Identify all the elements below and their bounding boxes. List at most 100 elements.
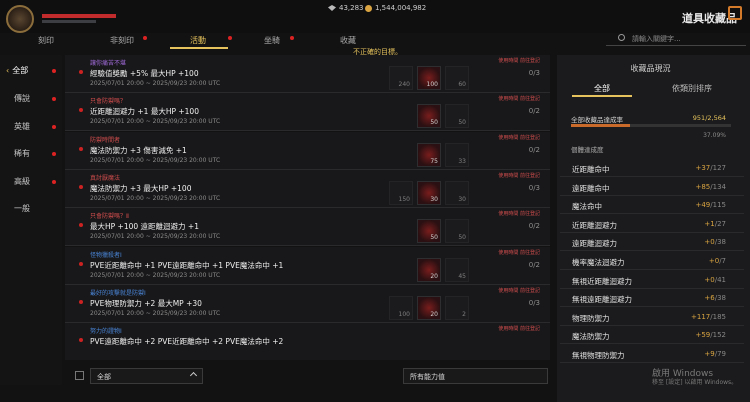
search-input[interactable]: 請輸入關鍵字... (632, 34, 681, 44)
item-slot[interactable]: 30 (417, 180, 441, 205)
stat-max: /134 (710, 182, 726, 191)
tab-all[interactable]: 全部 (557, 83, 647, 94)
tab-collection[interactable]: 收藏 (318, 35, 378, 46)
item-slot[interactable]: 50 (417, 104, 441, 129)
stat-label: 無視物理防禦力 (572, 351, 625, 360)
stat-max: /152 (710, 331, 726, 340)
slot-quantity: 100 (398, 310, 410, 318)
active-tab-indicator (572, 95, 632, 97)
gold-currency: 1,544,004,982 (365, 4, 426, 12)
item-slot[interactable]: 150 (389, 180, 413, 205)
sidebar-item-hero[interactable]: 英雄 (14, 121, 30, 132)
row-count: 0/2 (528, 260, 540, 269)
exit-icon[interactable] (728, 6, 742, 20)
row-title: PVE遠距離命中 +2 PVE近距離命中 +2 PVE魔法命中 +2 (90, 337, 284, 347)
filter-checkbox[interactable] (75, 371, 84, 380)
collection-row[interactable]: 最好的攻擊就是防禦Ⅰ PVE物理防禦力 +2 最大MP +30 2025/07/01… (65, 284, 550, 323)
item-slot[interactable]: 240 (389, 66, 413, 90)
stat-value: +85/134 (695, 183, 726, 191)
item-slot[interactable]: 20 (417, 257, 441, 282)
notification-dot (143, 36, 147, 40)
stat-label: 遠距離迴避力 (572, 239, 617, 249)
slot-quantity: 150 (398, 195, 410, 203)
row-status: 使用時間 前往登記 (498, 326, 540, 333)
sidebar-item-legend[interactable]: 傳說 (14, 93, 30, 104)
stat-max: /27 (714, 219, 726, 228)
sidebar-item-all[interactable]: ‹ 全部 (6, 65, 28, 76)
sidebar-item-advanced[interactable]: 高級 (14, 176, 30, 187)
stat-current: +59 (695, 331, 711, 340)
row-status: 使用時間 前往登記 (498, 287, 540, 294)
search-box[interactable]: 請輸入關鍵字... (606, 33, 746, 46)
row-tag: 努力的證物Ⅰ (90, 328, 122, 336)
stat-value: +49/115 (695, 201, 726, 209)
category-dropdown[interactable]: 全部 (90, 368, 203, 384)
stat-value: +0/38 (704, 238, 726, 246)
stat-current: +9 (704, 350, 715, 358)
stat-filter[interactable]: 所有能力值 (403, 368, 548, 384)
stat-row: 近距離迴避力 +1/27 (560, 216, 744, 233)
notification-dot (79, 261, 83, 266)
chevron-up-icon (189, 371, 198, 380)
sidebar: ‹ 全部 傳說 英雄 稀有 高級 一般 (0, 55, 62, 385)
item-slot[interactable]: 30 (445, 180, 469, 205)
row-date: 2025/07/01 20:00 ~ 2025/09/23 20:00 UTC (90, 271, 221, 279)
row-status: 使用時間 前往登記 (498, 96, 540, 103)
notification-dot (79, 223, 83, 228)
row-title: 魔法防禦力 +3 最大HP +100 (90, 183, 192, 193)
item-slot[interactable]: 100 (389, 295, 413, 320)
avatar[interactable] (6, 5, 34, 33)
stat-value: +117/185 (691, 313, 726, 321)
stat-label: 魔法命中 (572, 202, 602, 212)
stat-label: 物理防禦力 (572, 313, 610, 323)
tab-event[interactable]: 活動 (168, 35, 228, 46)
stat-max: /79 (714, 350, 726, 358)
stat-current: +1 (704, 219, 715, 228)
row-date: 2025/07/01 20:00 ~ 2025/09/23 20:00 UTC (90, 156, 221, 164)
collection-row[interactable]: 防禦時間者 魔法防禦力 +3 傷害減免 +1 2025/07/01 20:00 ~ … (65, 131, 550, 170)
row-tag: 怪物獵殺者Ⅰ (90, 251, 122, 259)
item-slot[interactable]: 60 (445, 66, 469, 90)
summary-label: 全部收藏品達成率 (571, 116, 623, 124)
notification-dot (79, 146, 83, 151)
stat-row: 魔法命中 +49/115 (560, 197, 744, 215)
row-tag: 最好的攻擊就是防禦Ⅰ (90, 289, 146, 297)
stat-current: +117 (691, 312, 711, 321)
slot-quantity: 75 (430, 157, 438, 165)
collection-status-panel: 收藏品現況 全部 依類別排序 全部收藏品達成率 951/2,564 37.09%… (557, 55, 750, 402)
sidebar-item-rare[interactable]: 稀有 (14, 148, 30, 159)
item-slot[interactable]: 45 (445, 257, 469, 282)
slot-quantity: 50 (430, 234, 438, 242)
item-slot[interactable]: 75 (417, 142, 441, 167)
notification-dot (52, 125, 56, 129)
item-slot[interactable]: 20 (417, 295, 441, 320)
stat-max: /115 (710, 201, 726, 210)
item-slot[interactable]: 2 (445, 295, 469, 320)
notification-dot (52, 180, 56, 184)
slot-quantity: 30 (458, 195, 466, 203)
notification-dot (79, 299, 83, 304)
slot-quantity: 50 (458, 234, 466, 242)
slot-quantity: 100 (426, 81, 438, 88)
filter-value: 所有能力值 (410, 373, 445, 381)
collection-row[interactable]: 努力的證物Ⅰ PVE遠距離命中 +2 PVE近距離命中 +2 PVE魔法命中 +2… (65, 323, 550, 360)
collection-row[interactable]: 只會防禦嗎？ 近距離迴避力 +1 最大HP +100 2025/07/01 20:0… (65, 93, 550, 132)
item-slot[interactable]: 50 (445, 219, 469, 244)
stat-current: +0 (708, 257, 720, 265)
item-slot[interactable]: 50 (445, 104, 469, 129)
collection-row[interactable]: 讓你痛苦不堪 經驗值獎勵 +5% 最大HP +100 2025/07/01 20:0… (65, 55, 550, 93)
tab-by-category[interactable]: 依類別排序 (647, 83, 737, 94)
collection-row[interactable]: 只會防禦嗎？Ⅱ 最大HP +100 遠距離迴避力 +1 2025/07/01 20:… (65, 208, 550, 247)
tab-engraved[interactable]: 刻印 (16, 35, 76, 46)
collection-row[interactable]: 怪物獵殺者Ⅰ PVE近距離命中 +1 PVE遠距離命中 +1 PVE魔法命中 +1… (65, 246, 550, 285)
stat-label: 近距離迴避力 (572, 220, 617, 230)
collection-row[interactable]: 真討厭魔法 魔法防禦力 +3 最大HP +100 2025/07/01 20:00 … (65, 169, 550, 208)
item-slot[interactable]: 33 (445, 142, 469, 167)
stat-current: +6 (704, 294, 715, 303)
row-tag: 只會防禦嗎？Ⅱ (90, 213, 129, 221)
item-slot[interactable]: 100 (417, 66, 441, 90)
summary-percent: 37.09% (703, 132, 726, 139)
item-slot[interactable]: 50 (417, 219, 441, 244)
coin-icon (365, 4, 372, 12)
sidebar-item-normal[interactable]: 一般 (14, 203, 30, 214)
